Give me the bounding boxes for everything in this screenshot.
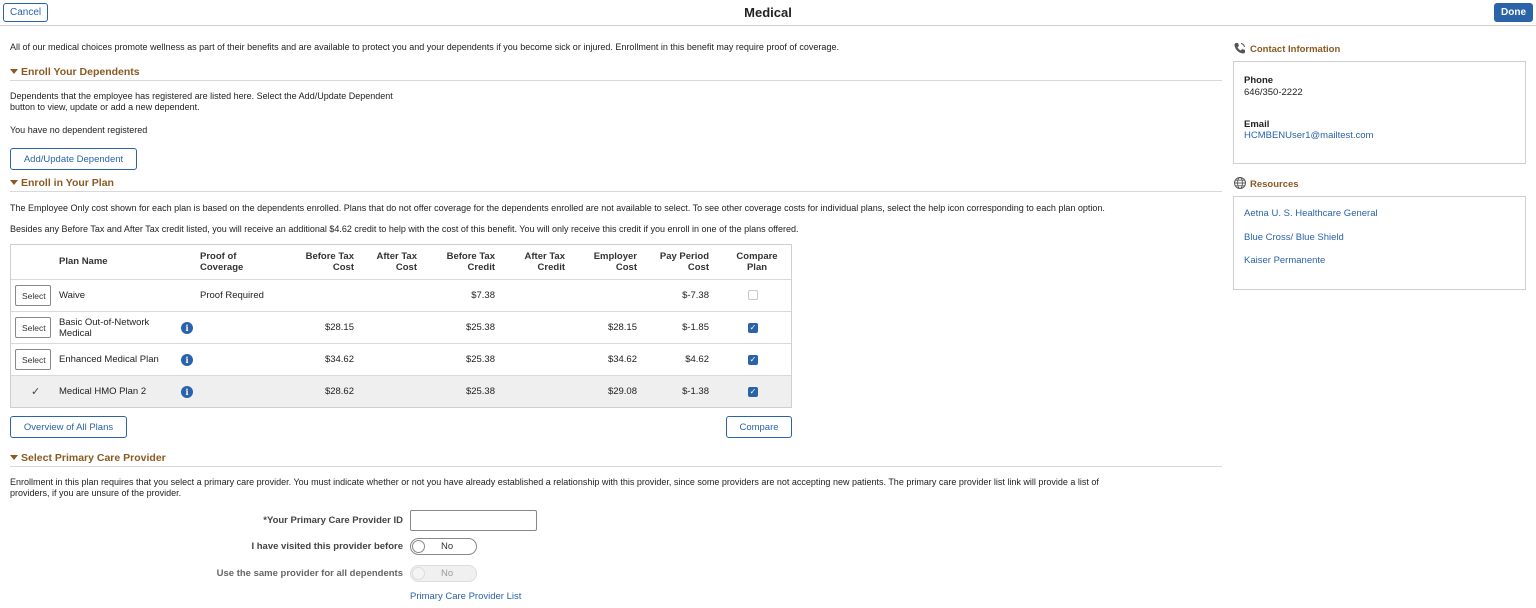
plan-name: Waive xyxy=(59,290,86,301)
col-header-proof: Proof of Coverage xyxy=(200,251,244,273)
description-line: Dependents that the employee has registe… xyxy=(10,91,393,101)
contact-info-panel: Phone 646/350-2222 Email HCMBENUser1@mai… xyxy=(1233,61,1526,164)
toggle-value: No xyxy=(441,568,454,579)
resource-link[interactable]: Blue Cross/ Blue Shield xyxy=(1244,232,1344,243)
section-heading: Enroll Your Dependents xyxy=(21,66,140,78)
compare-checkbox[interactable]: ✓ xyxy=(748,387,758,397)
plan-name: Enhanced Medical Plan xyxy=(59,354,159,365)
section-enroll-plan[interactable]: Enroll in Your Plan xyxy=(10,177,1222,192)
resources-panel: Aetna U. S. Healthcare General Blue Cros… xyxy=(1233,196,1526,290)
add-update-dependent-button[interactable]: Add/Update Dependent xyxy=(10,148,137,170)
description-line: Enrollment in this plan requires that yo… xyxy=(10,477,1099,487)
pcp-description: Enrollment in this plan requires that yo… xyxy=(10,477,1099,499)
heading-text: Resources xyxy=(1250,179,1299,190)
resource-link[interactable]: Aetna U. S. Healthcare General xyxy=(1244,208,1378,219)
plan-table: Plan Name Proof of Coverage Before Tax Cos… xyxy=(10,244,792,408)
overview-all-plans-button[interactable]: Overview of All Plans xyxy=(10,416,127,438)
employer-cost: $34.62 xyxy=(607,354,637,365)
pay-period-cost: $-1.38 xyxy=(682,386,709,397)
before-tax-credit: $25.38 xyxy=(465,386,495,397)
pcp-list-link[interactable]: Primary Care Provider List xyxy=(410,591,521,602)
selected-check-icon: ✓ xyxy=(31,386,41,398)
resources-heading: Resources xyxy=(1233,176,1299,190)
col-header-before-tax-cost: Before Tax Cost xyxy=(305,251,354,273)
col-header-compare: Compare Plan xyxy=(736,251,778,273)
same-provider-toggle: No xyxy=(410,565,477,582)
compare-button[interactable]: Compare xyxy=(726,416,792,438)
phone-icon xyxy=(1234,43,1245,54)
before-tax-cost: $34.62 xyxy=(324,354,354,365)
page-title: Medical xyxy=(744,5,792,20)
col-header-employer-cost: Employer Cost xyxy=(593,251,637,273)
pay-period-cost: $-1.85 xyxy=(682,322,709,333)
info-icon[interactable]: i xyxy=(181,322,193,334)
email-label: Email xyxy=(1244,119,1270,130)
toggle-value: No xyxy=(441,541,454,552)
section-primary-care-provider[interactable]: Select Primary Care Provider xyxy=(10,452,1222,467)
plan-note-2: Besides any Before Tax and After Tax cre… xyxy=(10,224,799,234)
intro-text: All of our medical choices promote welln… xyxy=(10,42,839,52)
same-provider-label: Use the same provider for all dependents xyxy=(216,568,403,579)
contact-info-heading: Contact Information xyxy=(1233,41,1340,55)
employer-cost: $29.08 xyxy=(607,386,637,397)
plan-note-1: The Employee Only cost shown for each pl… xyxy=(10,203,1105,213)
page-header: Cancel Medical Done xyxy=(0,0,1536,26)
proof-of-coverage: Proof Required xyxy=(200,290,264,301)
section-enroll-dependents[interactable]: Enroll Your Dependents xyxy=(10,66,1222,81)
phone-value: 646/350-2222 xyxy=(1244,87,1303,98)
pay-period-cost: $4.62 xyxy=(685,354,709,365)
globe-icon xyxy=(1234,177,1246,189)
pcp-id-input[interactable] xyxy=(410,510,537,531)
resource-link[interactable]: Kaiser Permanente xyxy=(1244,255,1325,266)
plan-name: Medical HMO Plan 2 xyxy=(59,386,147,397)
before-tax-cost: $28.62 xyxy=(324,386,354,397)
visited-provider-label: I have visited this provider before xyxy=(251,541,403,552)
table-row: Select Waive Proof Required $7.38 $-7.38 xyxy=(11,279,791,311)
table-row: Select Basic Out-of-Network Medical i $28… xyxy=(11,311,791,343)
col-header-plan-name: Plan Name xyxy=(59,256,108,267)
description-line: providers, if you are unsure of the prov… xyxy=(10,488,182,498)
done-button[interactable]: Done xyxy=(1494,3,1533,22)
plan-name: Basic Out-of-Network Medical xyxy=(59,317,150,339)
select-plan-button[interactable]: Select xyxy=(15,285,51,306)
compare-checkbox[interactable]: ✓ xyxy=(748,323,758,333)
toggle-knob xyxy=(412,540,425,553)
collapse-caret-icon xyxy=(10,455,18,460)
section-heading: Select Primary Care Provider xyxy=(21,452,166,464)
before-tax-credit: $25.38 xyxy=(465,322,495,333)
col-header-pay-period-cost: Pay Period Cost xyxy=(659,251,709,273)
visited-provider-toggle[interactable]: No xyxy=(410,538,477,555)
pay-period-cost: $-7.38 xyxy=(682,290,709,301)
no-dependents-text: You have no dependent registered xyxy=(10,125,148,135)
before-tax-credit: $7.38 xyxy=(471,290,495,301)
select-plan-button[interactable]: Select xyxy=(15,317,51,338)
col-header-before-tax-credit: Before Tax Credit xyxy=(446,251,495,273)
employer-cost: $28.15 xyxy=(607,322,637,333)
phone-label: Phone xyxy=(1244,75,1274,86)
pcp-id-label: *Your Primary Care Provider ID xyxy=(263,515,403,526)
compare-checkbox[interactable] xyxy=(748,290,758,300)
before-tax-cost: $28.15 xyxy=(324,322,354,333)
heading-text: Contact Information xyxy=(1250,44,1341,55)
collapse-caret-icon xyxy=(10,180,18,185)
section-heading: Enroll in Your Plan xyxy=(21,177,114,189)
col-header-after-tax-credit: After Tax Credit xyxy=(524,251,565,273)
table-row-selected: ✓ Medical HMO Plan 2 i $28.62 $25.38 $29… xyxy=(11,375,791,407)
description-line: button to view, update or add a new depe… xyxy=(10,102,200,112)
compare-checkbox[interactable]: ✓ xyxy=(748,355,758,365)
info-icon[interactable]: i xyxy=(181,354,193,366)
dependents-description: Dependents that the employee has registe… xyxy=(10,91,393,113)
toggle-knob xyxy=(412,567,425,580)
info-icon[interactable]: i xyxy=(181,386,193,398)
collapse-caret-icon xyxy=(10,69,18,74)
select-plan-button[interactable]: Select xyxy=(15,349,51,370)
email-link[interactable]: HCMBENUser1@mailtest.com xyxy=(1244,130,1373,141)
col-header-after-tax-cost: After Tax Cost xyxy=(376,251,417,273)
table-row: Select Enhanced Medical Plan i $34.62 $2… xyxy=(11,343,791,375)
before-tax-credit: $25.38 xyxy=(465,354,495,365)
